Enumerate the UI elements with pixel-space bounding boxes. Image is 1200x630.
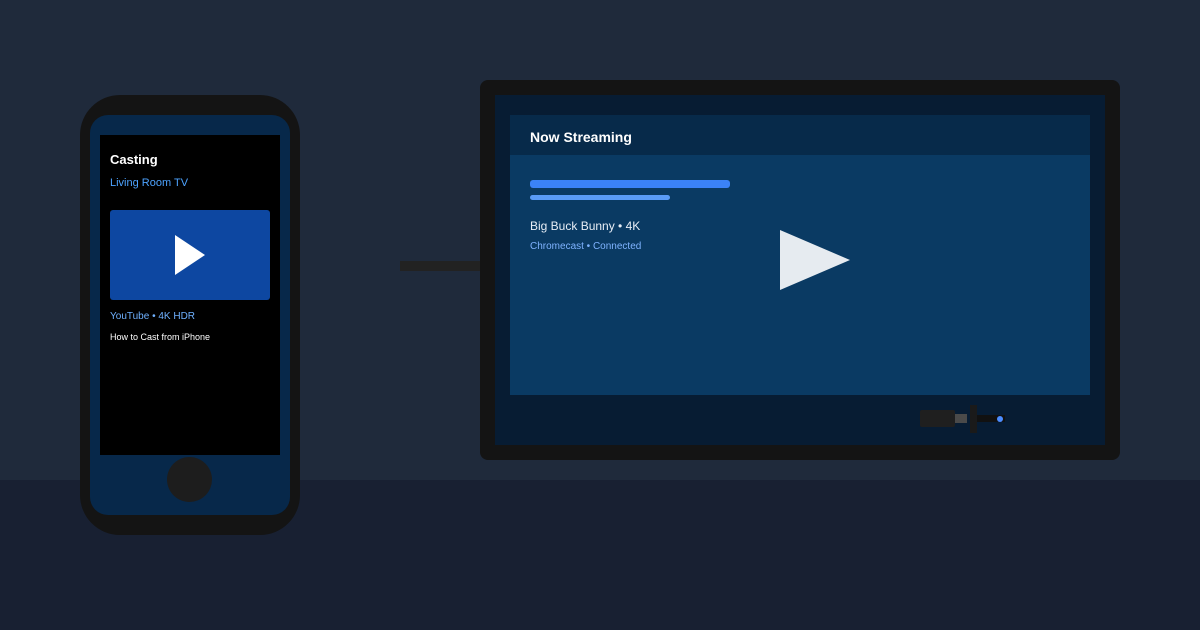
phone-home-button[interactable]	[167, 457, 212, 502]
phone-casting-title: Casting	[110, 152, 158, 167]
tv-header-title: Now Streaming	[530, 129, 632, 145]
phone-video-source: YouTube • 4K HDR	[110, 311, 196, 322]
play-icon[interactable]	[770, 225, 860, 295]
tv-video-title: Big Buck Bunny • 4K	[530, 219, 641, 233]
tv-progress-bar	[530, 180, 730, 188]
play-icon	[175, 235, 205, 275]
phone-video-title: How to Cast from iPhone	[110, 332, 211, 342]
dongle-status-led	[997, 416, 1003, 422]
chromecast-dongle-icon	[920, 405, 1005, 433]
tv-progress-sub-bar	[530, 195, 670, 200]
tv-connection-status: Chromecast • Connected	[530, 241, 642, 252]
casting-scene: Casting Living Room TV YouTube • 4K HDR …	[0, 0, 1200, 630]
phone-video-thumbnail[interactable]	[110, 210, 270, 300]
phone-device-name[interactable]: Living Room TV	[110, 177, 188, 189]
